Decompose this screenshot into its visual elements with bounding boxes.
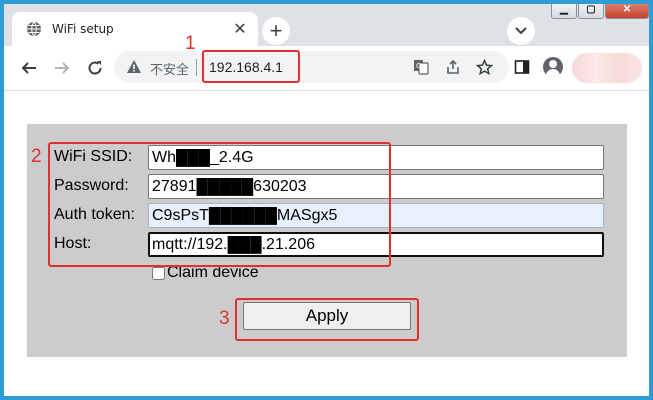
profile-button[interactable]	[541, 55, 565, 79]
new-tab-button[interactable]: +	[262, 17, 290, 45]
profile-icon	[543, 57, 563, 77]
browser-window: WiFi setup ✕ + ▁ ▢ ✕ 不安全 192.168.4.1 G W…	[4, 4, 649, 396]
sidepanel-icon	[514, 60, 530, 74]
annotation-box-apply	[235, 298, 419, 341]
tab-search-button[interactable]	[507, 17, 535, 45]
star-icon[interactable]	[475, 58, 493, 76]
globe-icon	[27, 21, 41, 37]
claim-device-checkbox[interactable]	[152, 266, 165, 280]
window-close-button[interactable]: ✕	[605, 4, 649, 19]
plus-icon: +	[269, 18, 283, 43]
reload-button[interactable]	[82, 55, 108, 81]
share-icon[interactable]	[444, 58, 462, 76]
divider	[196, 59, 197, 76]
annotation-box-fields	[48, 142, 391, 267]
back-arrow-icon	[21, 62, 36, 74]
address-bar[interactable]: 不安全 192.168.4.1 G	[114, 51, 509, 83]
annotation-number-3: 3	[219, 308, 230, 329]
toolbar: 不安全 192.168.4.1 G	[4, 46, 649, 91]
window-controls: ▁ ▢ ✕	[550, 4, 649, 19]
security-label[interactable]: 不安全	[150, 59, 189, 78]
reload-icon	[88, 61, 102, 75]
forward-arrow-icon	[55, 62, 70, 74]
side-panel-button[interactable]	[510, 55, 534, 79]
back-button[interactable]	[16, 55, 42, 81]
annotation-number-1: 1	[185, 33, 196, 54]
minimize-button[interactable]: ▁	[551, 4, 577, 19]
svg-text:G: G	[416, 62, 421, 70]
tab-wifi-setup[interactable]: WiFi setup ✕	[12, 12, 258, 46]
tab-strip: WiFi setup ✕ + ▁ ▢ ✕	[4, 4, 649, 46]
annotation-number-2: 2	[31, 146, 42, 167]
chevron-down-icon	[515, 27, 527, 35]
tab-title: WiFi setup	[52, 22, 114, 36]
window-frame: WiFi setup ✕ + ▁ ▢ ✕ 不安全 192.168.4.1 G W…	[0, 0, 653, 400]
forward-button[interactable]	[49, 55, 75, 81]
translate-icon[interactable]: G	[412, 58, 430, 76]
profile-chip[interactable]	[572, 53, 642, 83]
warning-icon[interactable]	[126, 59, 142, 75]
maximize-button[interactable]: ▢	[578, 4, 604, 19]
annotation-box-url	[202, 50, 300, 83]
close-icon[interactable]: ✕	[226, 15, 254, 43]
